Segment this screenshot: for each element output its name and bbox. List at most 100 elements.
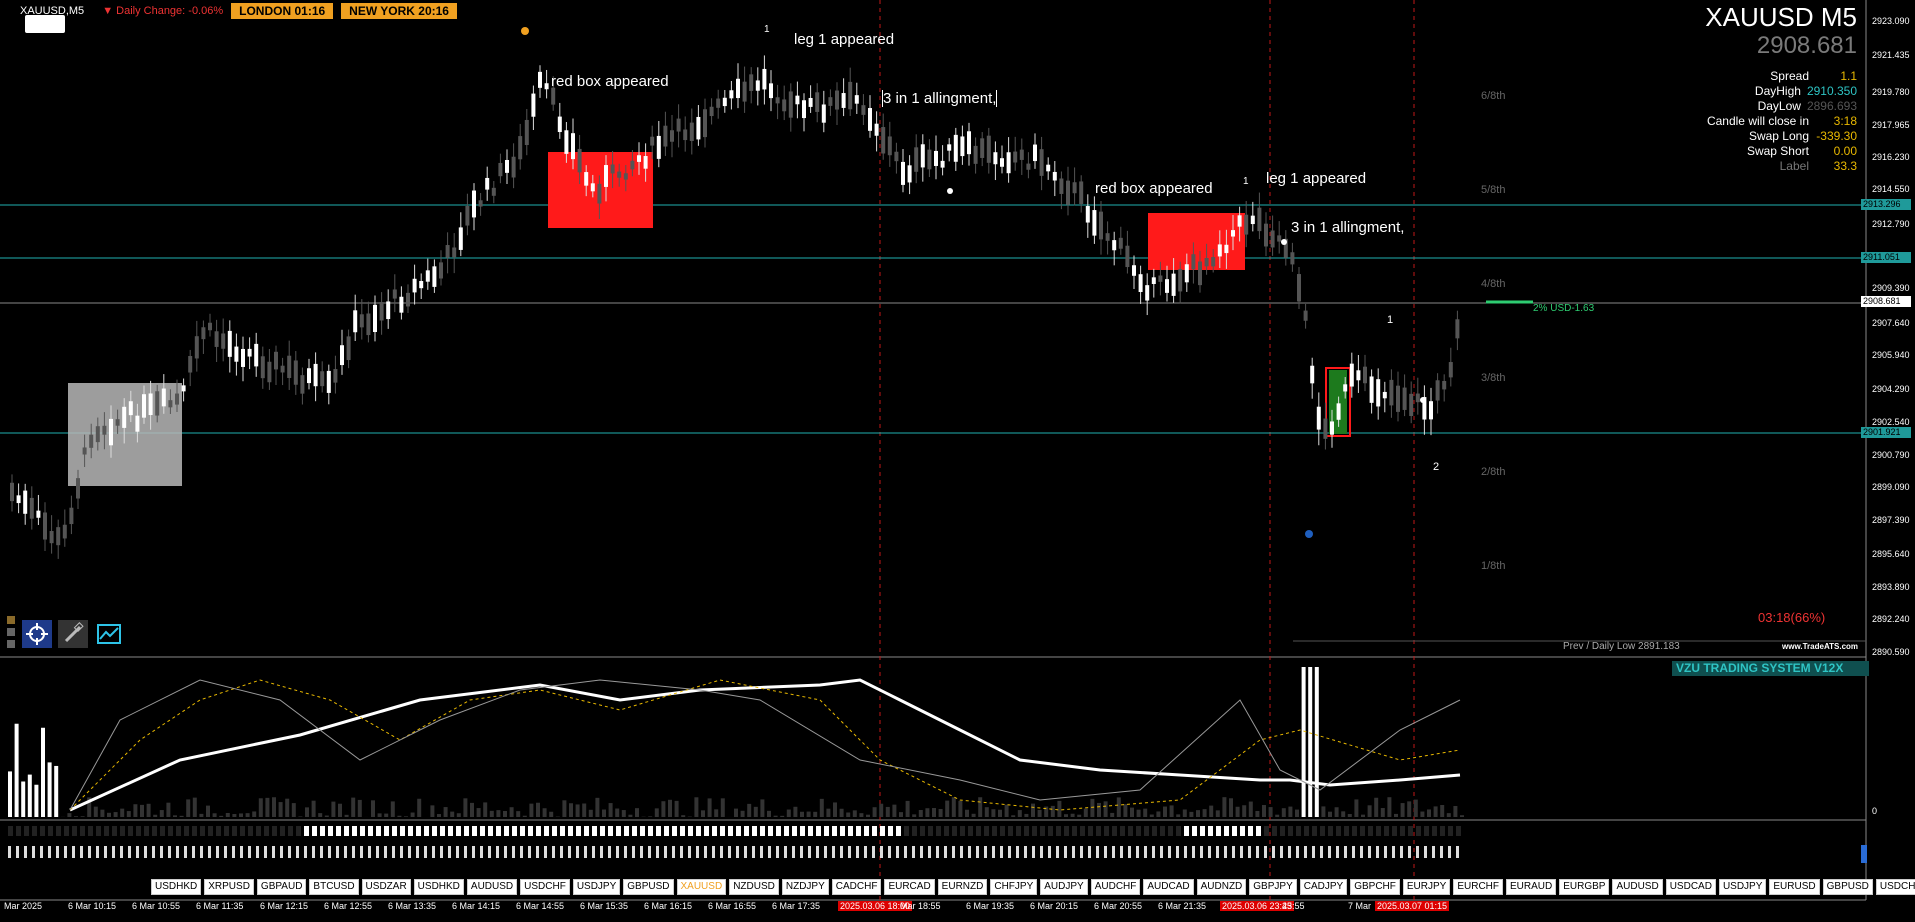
color-swatch-icon[interactable] [7,628,15,636]
symbol-button-gbpaud[interactable]: GBPAUD [256,879,307,895]
strength-strip [704,826,709,836]
symbol-button-gbpchf[interactable]: GBPCHF [1350,879,1400,895]
symbol-button-nzdjpy[interactable]: NZDJPY [781,879,829,895]
candle-body [406,292,410,307]
link-tool-button[interactable] [58,620,88,648]
volume-bar [1004,804,1009,817]
symbol-button-gbpjpy[interactable]: GBPJPY [1249,879,1297,895]
volume-bar [1275,814,1280,817]
chart-image-tool-button[interactable] [94,620,124,648]
symbol-button-audjpy[interactable]: AUDJPY [1040,879,1088,895]
candle-body [1211,257,1216,267]
momentum-strip [1360,846,1363,858]
symbol-button-usdhkd[interactable]: USDHKD [151,879,202,895]
momentum-strip [976,846,979,858]
symbol-button-cadchf[interactable]: CADCHF [831,879,882,895]
strength-strip [736,826,741,836]
volume-bar [1097,802,1101,817]
price-tick-label: 2909.390 [1872,283,1910,293]
symbol-button-eurchf[interactable]: EURCHF [1453,879,1503,895]
volume-bar [1182,809,1187,817]
strength-strip [912,826,917,836]
candle-body [458,227,463,250]
volume-bar [470,802,474,817]
strength-strip [1264,826,1269,836]
symbol-button-gbpusd[interactable]: GBPUSD [1822,879,1873,895]
candle-body [280,365,285,373]
strength-strip [1272,826,1277,836]
candle-body [1297,274,1301,302]
symbol-button-xauusd[interactable]: XAUUSD [676,879,727,895]
info-row-daylow: DayLow 2896.693 [1707,99,1857,114]
strength-strip [456,826,461,836]
symbol-button-usdchf[interactable]: USDCHF [1875,879,1915,895]
symbol-button-usdhkd[interactable]: USDHKD [413,879,464,895]
momentum-strip [480,846,483,858]
momentum-strip [160,846,163,858]
strength-strip [1152,826,1157,836]
momentum-strip [248,846,251,858]
symbol-button-euraud[interactable]: EURAUD [1506,879,1557,895]
volume-bar [780,815,785,817]
color-swatch-icon[interactable] [7,616,15,624]
symbol-button-audusd[interactable]: AUDUSD [466,879,518,895]
strength-strip [56,826,61,836]
strength-strip [896,826,901,836]
strength-strip [184,826,189,836]
strength-strip [208,826,213,836]
candle-body [122,406,127,428]
candle-body [333,369,338,383]
momentum-strip [1448,846,1451,858]
strength-strip [1448,826,1453,836]
symbol-button-gbpusd[interactable]: GBPUSD [623,879,674,895]
symbol-button-audcad[interactable]: AUDCAD [1143,879,1194,895]
volume-bar [833,802,837,817]
candle-body [82,447,87,455]
momentum-strip [80,846,83,858]
symbol-button-usdchf[interactable]: USDCHF [520,879,570,895]
symbol-button-eurusd[interactable]: EURUSD [1769,879,1820,895]
strength-strip [1424,826,1429,836]
symbol-button-cadjpy[interactable]: CADJPY [1299,879,1348,895]
momentum-strip [920,846,923,858]
candle-body [1118,237,1123,249]
symbol-button-usdcad[interactable]: USDCAD [1665,879,1716,895]
symbol-button-eurcad[interactable]: EURCAD [884,879,935,895]
color-swatch-icon[interactable] [7,640,15,648]
symbol-button-eurnzd[interactable]: EURNZD [937,879,988,895]
volume-bar [575,804,580,817]
crosshair-tool-button[interactable] [22,620,52,648]
volume-bar [1011,815,1016,817]
volume-bar [1090,798,1095,817]
strength-strip [248,826,253,836]
symbol-button-btcusd[interactable]: BTCUSD [309,879,359,895]
momentum-strip [8,846,11,858]
chart-canvas[interactable] [0,0,1915,922]
symbol-button-usdjpy[interactable]: USDJPY [572,879,621,895]
symbol-button-xrpusd[interactable]: XRPUSD [204,879,254,895]
symbol-button-audnzd[interactable]: AUDNZD [1196,879,1247,895]
candle-body [1250,215,1255,225]
symbol-button-eurgbp[interactable]: EURGBP [1559,879,1610,895]
time-axis[interactable]: Mar 2025 6 Mar 10:15 6 Mar 10:55 6 Mar 11:3… [0,901,1880,915]
momentum-strip [416,846,419,858]
volume-bar [1400,803,1405,817]
strength-strip [1256,826,1261,836]
volume-bar [338,803,342,817]
symbol-button-usdjpy[interactable]: USDJPY [1718,879,1767,895]
annotation-leg-1-b: leg 1 appeared [1266,170,1367,187]
volume-bar [1077,814,1082,817]
symbol-button-chfjpy[interactable]: CHFJPY [990,879,1038,895]
candle-body [676,118,681,132]
strength-strip [768,826,773,836]
symbol-button-nzdusd[interactable]: NZDUSD [729,879,779,895]
symbol-button-usdzar[interactable]: USDZAR [361,879,411,895]
symbol-button-audchf[interactable]: AUDCHF [1090,879,1141,895]
blank-button[interactable] [25,15,65,33]
time-tick-label: 6 Mar 16:55 [708,901,757,911]
scroll-marker[interactable] [1861,845,1867,863]
symbol-button-eurjpy[interactable]: EURJPY [1402,879,1451,895]
strength-strip [976,826,981,836]
volume-bar [998,809,1002,817]
symbol-button-audusd[interactable]: AUDUSD [1612,879,1663,895]
